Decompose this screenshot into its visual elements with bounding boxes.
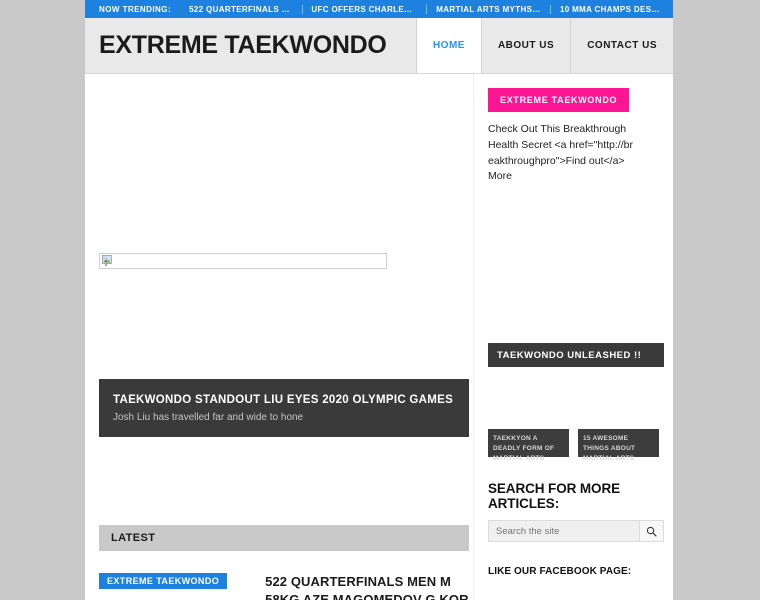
- search-widget: [488, 520, 664, 542]
- search-widget-heading: Search For More Articles:: [488, 481, 621, 511]
- featured-post[interactable]: Taekwondo Standout Liu Eyes 2020 Olympic…: [99, 379, 469, 437]
- search-icon: [646, 526, 657, 537]
- related-card-1[interactable]: Taekkyon A Deadly Form Of Martial Arts: [488, 429, 569, 462]
- main-navigation: Home About Us Contact Us: [416, 18, 673, 73]
- trending-bar: NOW TRENDING: 522 QUARTERFINALS MEN M ..…: [85, 0, 673, 18]
- featured-post-title: Taekwondo Standout Liu Eyes 2020 Olympic…: [113, 393, 454, 406]
- facebook-widget-heading: Like Our Facebook Page:: [488, 566, 632, 577]
- main-column: Taekwondo Standout Liu Eyes 2020 Olympic…: [85, 74, 473, 600]
- post-category-badge[interactable]: Extreme Taekwondo: [99, 573, 228, 589]
- featured-post-excerpt: Josh Liu has travelled far and wide to h…: [113, 412, 304, 424]
- latest-heading: Latest: [111, 532, 156, 544]
- nav-item-about-us[interactable]: About Us: [481, 18, 572, 73]
- search-button[interactable]: [639, 521, 663, 541]
- site-container: NOW TRENDING: 522 QUARTERFINALS MEN M ..…: [85, 0, 673, 600]
- site-title: Extreme Taekwondo: [99, 31, 387, 59]
- trending-item-1[interactable]: 522 QUARTERFINALS MEN M ...: [180, 5, 302, 14]
- broken-image-placeholder: [99, 253, 387, 269]
- trending-label: NOW TRENDING:: [99, 4, 172, 14]
- content-area: Taekwondo Standout Liu Eyes 2020 Olympic…: [85, 74, 673, 600]
- post-body: 522 Quarterfinals Men M 58kg Aze Magomed…: [265, 573, 469, 600]
- site-header: Extreme Taekwondo Home About Us Contact …: [85, 18, 673, 74]
- trending-item-2[interactable]: UFC OFFERS CHARLES OLIVE...: [302, 5, 426, 14]
- promo-badge[interactable]: Extreme Taekwondo: [488, 88, 630, 112]
- trending-item-4[interactable]: 10 MMA CHAMPS DESTINED T...: [551, 5, 673, 14]
- post-title[interactable]: 522 Quarterfinals Men M 58kg Aze Magomed…: [265, 573, 469, 600]
- unleashed-widget-header: Taekwondo Unleashed !!: [488, 343, 664, 367]
- list-item: Extreme Taekwondo 522 Quarterfinals Men …: [99, 573, 469, 600]
- page-root: NOW TRENDING: 522 QUARTERFINALS MEN M ..…: [0, 0, 760, 600]
- nav-item-home[interactable]: Home: [416, 18, 482, 73]
- trending-item-3[interactable]: MARTIAL ARTS MYTHS: FUNA...: [427, 5, 550, 14]
- unleashed-widget-title: Taekwondo Unleashed !!: [497, 349, 642, 361]
- related-card-1-title: Taekkyon A Deadly Form Of Martial Arts: [493, 435, 555, 463]
- promo-text: Check Out This Breakthrough Health Secre…: [488, 123, 633, 183]
- facebook-embed-placeholder: [488, 577, 659, 600]
- related-card-2[interactable]: 15 Awesome Things About Martial Arts: [578, 429, 659, 462]
- latest-section-header: Latest: [99, 525, 469, 551]
- brand-container[interactable]: Extreme Taekwondo: [85, 18, 417, 73]
- search-input[interactable]: [489, 521, 639, 541]
- related-cards: Taekkyon A Deadly Form Of Martial Arts 1…: [488, 429, 659, 462]
- broken-image-icon: [102, 255, 112, 267]
- related-card-2-title: 15 Awesome Things About Martial Arts: [583, 435, 636, 463]
- sidebar-column: Extreme Taekwondo Check Out This Breakth…: [473, 74, 673, 600]
- nav-item-contact-us[interactable]: Contact Us: [571, 18, 673, 73]
